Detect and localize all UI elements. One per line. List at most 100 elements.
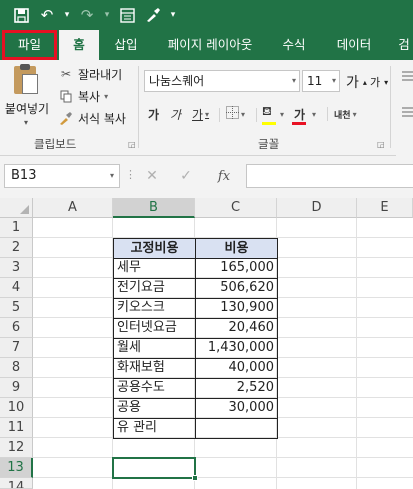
formula-bar: B13 ▾ ⋮ ✕ ✓ fx xyxy=(0,156,413,198)
save-icon[interactable] xyxy=(8,2,34,28)
row-header-11[interactable]: 11 xyxy=(0,418,33,438)
row-header-5[interactable]: 5 xyxy=(0,298,33,318)
formula-input[interactable] xyxy=(246,164,413,188)
table-cell[interactable]: 165,000 xyxy=(195,258,278,279)
cut-label: 잘라내기 xyxy=(78,67,123,82)
ribbon-tabs: 파일 홈 삽입 페이지 레이아웃 수식 데이터 검 xyxy=(0,30,413,60)
decrease-font-button[interactable]: 가 ▾ xyxy=(370,72,388,92)
copy-button[interactable]: 복사 ▾ xyxy=(58,86,108,106)
column-header-e[interactable]: E xyxy=(357,198,413,218)
name-box[interactable]: B13 ▾ xyxy=(4,164,120,188)
customize-icon[interactable]: ▾ xyxy=(166,2,180,28)
ribbon-overflow xyxy=(396,60,413,156)
table-header-cell[interactable]: 고정비용 xyxy=(113,238,196,259)
table-cell[interactable]: 인터넷요금 xyxy=(113,318,196,339)
table-cell[interactable]: 30,000 xyxy=(195,398,278,419)
tab-home[interactable]: 홈 xyxy=(59,30,99,60)
table-cell[interactable]: 전기요금 xyxy=(113,278,196,299)
font-launcher-icon[interactable]: ◲ xyxy=(377,140,385,149)
chevron-down-icon: ▾ xyxy=(241,109,246,119)
underline-button[interactable]: 가 ▾ xyxy=(192,104,209,124)
clipboard-launcher-icon[interactable]: ◲ xyxy=(128,140,136,149)
chevron-down-icon[interactable]: ▾ xyxy=(104,92,108,101)
paste-button[interactable]: 붙여넣기 ▾ xyxy=(2,64,52,130)
copy-icon xyxy=(58,88,74,104)
splitter-icon[interactable]: ⋮ xyxy=(125,168,136,181)
format-painter-label: 서식 복사 xyxy=(78,111,126,126)
column-header-a[interactable]: A xyxy=(33,198,113,218)
table-cell[interactable]: 506,620 xyxy=(195,278,278,299)
border-icon xyxy=(226,106,239,122)
table-cell[interactable]: 공용수도 xyxy=(113,378,196,399)
chevron-down-icon: ▾ xyxy=(280,109,285,119)
font-size-select[interactable]: 11 ▾ xyxy=(302,70,340,92)
paint-bucket-icon: ⛾ xyxy=(262,104,272,118)
row-header-1[interactable]: 1 xyxy=(0,218,33,238)
fill-dropdown[interactable]: ▾ xyxy=(278,104,284,124)
cut-button[interactable]: ✂ 잘라내기 xyxy=(58,64,122,84)
chevron-down-icon: ▾ xyxy=(24,118,29,127)
form-icon[interactable] xyxy=(114,2,140,28)
chevron-down-icon: ▾ xyxy=(205,109,210,119)
row-header-9[interactable]: 9 xyxy=(0,378,33,398)
tab-data[interactable]: 데이터 xyxy=(328,30,380,60)
format-painter-icon[interactable] xyxy=(140,2,166,28)
table-cell[interactable]: 130,900 xyxy=(195,298,278,319)
table-cell[interactable]: 유 관리 xyxy=(113,418,196,439)
insert-function-button[interactable]: fx xyxy=(210,164,238,188)
chevron-down-icon: ▾ xyxy=(331,76,336,85)
tab-page-layout[interactable]: 페이지 레이아웃 xyxy=(158,30,262,60)
format-painter-button[interactable]: 서식 복사 xyxy=(58,108,126,128)
select-all-button[interactable] xyxy=(0,198,33,218)
row-header-10[interactable]: 10 xyxy=(0,398,33,418)
quick-access-toolbar: ↶ ▾ ↷ ▾ ▾ xyxy=(0,0,413,30)
table-cell[interactable]: 세무 xyxy=(113,258,196,279)
selected-cell[interactable] xyxy=(112,457,198,481)
fill-color-button[interactable]: ⛾ xyxy=(262,104,272,124)
table-cell[interactable]: 20,460 xyxy=(195,318,278,339)
row-header-14[interactable]: 14 xyxy=(0,478,33,489)
column-header-d[interactable]: D xyxy=(277,198,357,218)
row-header-4[interactable]: 4 xyxy=(0,278,33,298)
scissors-icon: ✂ xyxy=(60,67,72,81)
undo-dropdown-icon[interactable]: ▾ xyxy=(60,2,74,28)
table-cell[interactable]: 1,430,000 xyxy=(195,338,278,359)
table-cell[interactable]: 키오스크 xyxy=(113,298,196,319)
row-header-13[interactable]: 13 xyxy=(0,458,33,478)
bold-button[interactable]: 가 xyxy=(148,104,159,124)
tab-formulas[interactable]: 수식 xyxy=(272,30,316,60)
table-cell[interactable]: 40,000 xyxy=(195,358,278,379)
font-group-label: 글꼴 xyxy=(258,137,280,151)
tab-file[interactable]: 파일 xyxy=(2,30,57,60)
ribbon: 붙여넣기 ▾ ✂ 잘라내기 복사 ▾ 서식 복사 클립보드 ◲ 나눔스퀘어 ▾ … xyxy=(0,60,413,156)
undo-icon[interactable]: ↶ xyxy=(34,2,60,28)
row-header-6[interactable]: 6 xyxy=(0,318,33,338)
fill-handle[interactable] xyxy=(192,475,198,481)
row-header-8[interactable]: 8 xyxy=(0,358,33,378)
row-header-12[interactable]: 12 xyxy=(0,438,33,458)
row-header-3[interactable]: 3 xyxy=(0,258,33,278)
tab-review[interactable]: 검 xyxy=(395,30,413,60)
chevron-down-icon[interactable]: ▾ xyxy=(110,165,114,187)
table-cell[interactable]: 공용 xyxy=(113,398,196,419)
table-header-cell[interactable]: 비용 xyxy=(195,238,278,259)
clipboard-group-label: 클립보드 xyxy=(34,137,77,151)
increase-font-button[interactable]: 가 ▴ xyxy=(346,72,367,92)
redo-icon: ↷ xyxy=(80,6,94,24)
borders-button[interactable]: ▾ xyxy=(226,104,245,124)
italic-button[interactable]: 가 xyxy=(170,104,181,124)
font-name-select[interactable]: 나눔스퀘어 ▾ xyxy=(144,70,300,92)
paintbrush-icon xyxy=(58,110,74,126)
table-cell[interactable]: 화재보험 xyxy=(113,358,196,379)
row-header-2[interactable]: 2 xyxy=(0,238,33,258)
font-color-button[interactable]: 가 xyxy=(294,104,305,124)
table-cell[interactable]: 월세 xyxy=(113,338,196,359)
column-header-b[interactable]: B xyxy=(113,198,195,218)
font-color-dropdown[interactable]: ▾ xyxy=(310,104,316,124)
column-header-c[interactable]: C xyxy=(195,198,277,218)
table-cell[interactable]: 2,520 xyxy=(195,378,278,399)
tab-insert[interactable]: 삽입 xyxy=(104,30,148,60)
row-header-7[interactable]: 7 xyxy=(0,338,33,358)
phonetic-button[interactable]: 내천 ▾ xyxy=(334,104,357,124)
table-cell[interactable] xyxy=(195,418,278,439)
